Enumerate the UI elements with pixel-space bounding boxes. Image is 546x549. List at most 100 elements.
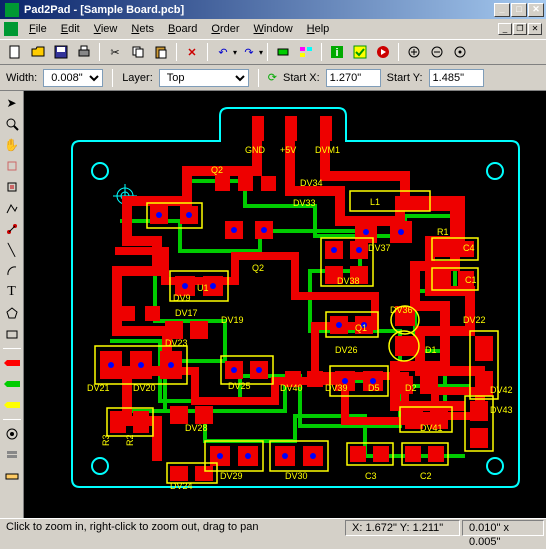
mdi-minimize[interactable]: _ [498,23,512,35]
pan-tool[interactable]: ✋ [2,135,22,155]
tool-palette: ➤ ✋ ╲ T [0,91,24,518]
svg-text:DV24: DV24 [170,481,193,491]
arc-tool[interactable] [2,261,22,281]
line-tool[interactable]: ╲ [2,240,22,260]
rect-tool[interactable] [2,324,22,344]
svg-text:DV33: DV33 [293,198,316,208]
layer-green[interactable] [2,374,22,394]
svg-text:C3: C3 [365,471,377,481]
svg-text:U1: U1 [197,283,209,293]
drill-tool[interactable] [2,424,22,444]
layer-yellow[interactable] [2,395,22,415]
layer-label: Layer: [122,72,153,84]
svg-text:DVM1: DVM1 [315,145,340,155]
svg-text:C4: C4 [463,243,475,253]
layout-icon[interactable] [295,41,317,63]
svg-text:DV17: DV17 [175,308,198,318]
svg-text:DV19: DV19 [221,315,244,325]
svg-text:C2: C2 [420,471,432,481]
menu-edit[interactable]: Edit [54,21,87,37]
window-title: Pad2Pad - [Sample Board.pcb] [22,4,494,16]
info-icon[interactable]: i [326,41,348,63]
stack-tool[interactable] [2,445,22,465]
menu-window[interactable]: Window [247,21,300,37]
svg-text:i: i [336,47,339,59]
paste-icon[interactable] [150,41,172,63]
mdi-close[interactable]: ✕ [528,23,542,35]
save-icon[interactable] [50,41,72,63]
svg-text:L1: L1 [370,197,380,207]
svg-text:R3: R3 [101,434,111,446]
startx-label: Start X: [283,72,320,84]
starty-input[interactable] [429,69,484,87]
svg-text:DV38: DV38 [337,276,360,286]
svg-text:Q1: Q1 [355,323,367,333]
delete-icon[interactable]: ✕ [181,41,203,63]
status-coords: X: 1.672" Y: 1.211" [345,520,460,536]
app-icon [5,3,19,17]
layer-select[interactable]: Top [159,69,249,87]
svg-text:DV23: DV23 [165,338,188,348]
cut-icon[interactable]: ✂ [104,41,126,63]
menu-help[interactable]: Help [300,21,337,37]
layer-red[interactable] [2,353,22,373]
minimize-button[interactable]: _ [494,3,510,17]
print-icon[interactable] [73,41,95,63]
text-tool[interactable]: T [2,282,22,302]
svg-text:Q2: Q2 [211,165,223,175]
pad-tool[interactable] [2,156,22,176]
svg-text:R2: R2 [125,434,135,446]
via-tool[interactable] [2,177,22,197]
status-grid: 0.010" x 0.005" [462,520,544,536]
menu-bar: File Edit View Nets Board Order Window H… [0,19,546,39]
route-tool[interactable] [2,219,22,239]
new-icon[interactable] [4,41,26,63]
zoom-in-icon[interactable] [403,41,425,63]
polygon-tool[interactable] [2,303,22,323]
menu-view[interactable]: View [87,21,125,37]
zoom-out-icon[interactable] [426,41,448,63]
menu-file[interactable]: File [22,21,54,37]
property-bar: Width: 0.008" Layer: Top ⟳ Start X: Star… [0,65,546,91]
status-hint: Click to zoom in, right-click to zoom ou… [0,520,343,536]
zoom-tool[interactable] [2,114,22,134]
open-icon[interactable] [27,41,49,63]
svg-text:DV34: DV34 [300,178,323,188]
check-icon[interactable] [349,41,371,63]
svg-text:DV28: DV28 [185,423,208,433]
svg-text:DV22: DV22 [463,315,486,325]
status-bar: Click to zoom in, right-click to zoom ou… [0,518,546,536]
svg-text:DV29: DV29 [220,471,243,481]
svg-text:R1: R1 [437,227,449,237]
svg-text:DV21: DV21 [87,383,110,393]
menu-nets[interactable]: Nets [124,21,161,37]
svg-text:DV26: DV26 [335,345,358,355]
svg-text:+5V: +5V [280,145,296,155]
maximize-button[interactable]: □ [511,3,527,17]
svg-text:DV39: DV39 [325,383,348,393]
svg-text:DV41: DV41 [420,423,443,433]
mdi-restore[interactable]: ❐ [513,23,527,35]
svg-text:Q2: Q2 [252,263,264,273]
zoom-fit-icon[interactable] [449,41,471,63]
refresh-icon[interactable]: ⟳ [268,71,277,84]
startx-input[interactable] [326,69,381,87]
svg-text:C1: C1 [465,275,477,285]
menu-board[interactable]: Board [161,21,204,37]
component-icon[interactable] [272,41,294,63]
close-button[interactable]: ✕ [528,3,544,17]
pointer-tool[interactable]: ➤ [2,93,22,113]
svg-text:DV42: DV42 [490,385,513,395]
measure-tool[interactable] [2,466,22,486]
width-select[interactable]: 0.008" [43,69,103,87]
redo-icon[interactable]: ↷ [238,41,260,63]
trace-tool[interactable] [2,198,22,218]
mdi-icon[interactable] [4,22,18,36]
pcb-canvas[interactable]: GND+5VDVM1 DV34DV33L1 Q2 DV37R1C4 U1DV9 … [24,91,546,518]
menu-order[interactable]: Order [204,21,246,37]
svg-text:D2: D2 [405,383,417,393]
copy-icon[interactable] [127,41,149,63]
order-icon[interactable] [372,41,394,63]
undo-icon[interactable]: ↶ [212,41,234,63]
svg-text:DV36: DV36 [390,305,413,315]
